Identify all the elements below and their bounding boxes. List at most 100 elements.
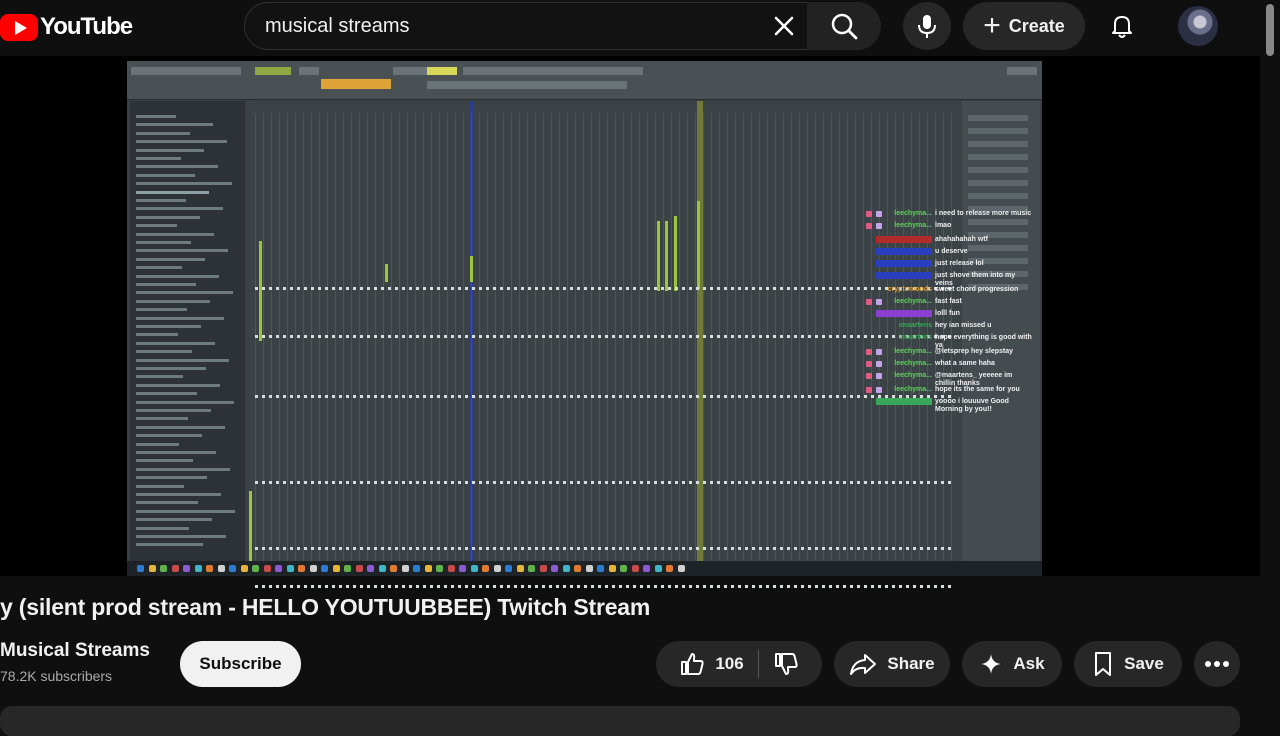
taskbar-app-icon bbox=[482, 565, 489, 572]
description-box[interactable] bbox=[0, 706, 1240, 736]
taskbar-app-icon bbox=[677, 565, 685, 572]
save-button[interactable]: Save bbox=[1074, 641, 1182, 687]
taskbar-app-icon bbox=[413, 565, 420, 572]
chat-text: fast fast bbox=[935, 298, 962, 305]
youtube-logo[interactable]: YouTube bbox=[0, 12, 133, 42]
taskbar-app-icon bbox=[240, 565, 248, 572]
browser-tree-row bbox=[136, 543, 203, 547]
logo-text: YouTube bbox=[40, 13, 133, 40]
chat-text: i need to release more music bbox=[935, 210, 1032, 217]
taskbar-app-icon bbox=[137, 565, 144, 572]
mixer-slot bbox=[968, 167, 1028, 173]
browser-tree-row bbox=[136, 291, 233, 295]
chat-text: hope its the same for you bbox=[935, 386, 1020, 393]
account-avatar[interactable] bbox=[1178, 6, 1218, 46]
search-button[interactable] bbox=[807, 2, 881, 50]
ask-button[interactable]: Ask bbox=[962, 641, 1062, 687]
browser-tree-row bbox=[136, 409, 211, 412]
notifications-button[interactable] bbox=[1100, 2, 1144, 50]
step-sequencer-row bbox=[255, 287, 955, 290]
chat-username: leechyma... bbox=[894, 210, 932, 217]
dislike-button[interactable] bbox=[769, 651, 799, 677]
taskbar-app-icon bbox=[217, 565, 225, 572]
taskbar-app-icon bbox=[367, 565, 374, 572]
chat-badge-icon bbox=[866, 223, 872, 229]
browser-tree-row bbox=[136, 367, 206, 370]
search-box[interactable]: musical streams bbox=[244, 2, 881, 50]
taskbar-app-icon bbox=[252, 565, 259, 572]
chat-text: ahahahahah wtf bbox=[935, 236, 988, 243]
chat-text: u deserve bbox=[935, 248, 968, 255]
taskbar-app-icon bbox=[344, 565, 351, 572]
save-label: Save bbox=[1124, 654, 1164, 673]
browser-tree-row bbox=[136, 501, 198, 505]
chat-text: lolll fun bbox=[935, 310, 960, 317]
browser-tree-row bbox=[136, 165, 218, 169]
taskbar-app-icon bbox=[539, 565, 547, 572]
daw-channel-rack bbox=[249, 101, 961, 588]
browser-tree-row bbox=[136, 283, 196, 286]
stream-chat-overlay: leechyma... i need to release more music l… bbox=[866, 208, 1032, 478]
chat-text: lmao bbox=[935, 222, 952, 229]
taskbar-app-icon bbox=[447, 565, 455, 572]
chat-badge-icon bbox=[876, 211, 882, 217]
step-sequencer-row bbox=[255, 585, 955, 588]
mixer-slot bbox=[968, 115, 1028, 121]
taskbar-app-icon bbox=[355, 565, 363, 572]
browser-tree-row bbox=[136, 131, 190, 135]
chat-username: leechyma... bbox=[894, 372, 932, 379]
browser-tree-row bbox=[136, 266, 182, 270]
taskbar-app-icon bbox=[401, 565, 409, 572]
chat-username bbox=[876, 248, 932, 255]
chat-username: imaartens bbox=[898, 334, 932, 341]
thumbs-up-icon bbox=[681, 653, 704, 675]
scrollbar-thumb[interactable] bbox=[1266, 4, 1274, 56]
more-actions-button[interactable] bbox=[1194, 641, 1240, 687]
taskbar-app-icon bbox=[562, 565, 570, 572]
mixer-slot bbox=[968, 128, 1028, 134]
search-input[interactable]: musical streams bbox=[265, 15, 409, 38]
taskbar-app-icon bbox=[505, 565, 512, 572]
chat-username: leechyma... bbox=[894, 222, 932, 229]
level-meter-bar bbox=[697, 201, 700, 289]
thumbs-down-icon bbox=[774, 653, 798, 675]
taskbar-app-icon bbox=[378, 565, 386, 572]
like-button[interactable]: 106 bbox=[679, 650, 759, 678]
level-meter-bar bbox=[259, 241, 262, 341]
chat-username: leechyma... bbox=[894, 348, 932, 355]
close-icon[interactable] bbox=[767, 9, 801, 43]
chat-badge-icon bbox=[876, 373, 882, 379]
taskbar-app-icon bbox=[516, 565, 524, 572]
plus-icon: + bbox=[983, 9, 1001, 42]
chat-text: what a same haha bbox=[935, 360, 995, 367]
level-meter-bar bbox=[657, 221, 660, 291]
browser-tree-row bbox=[136, 123, 213, 127]
taskbar-app-icon bbox=[620, 565, 627, 572]
chat-badge-icon bbox=[876, 387, 882, 393]
chat-text: just release lol bbox=[935, 260, 984, 267]
browser-tree-row bbox=[136, 333, 178, 337]
subscribe-button[interactable]: Subscribe bbox=[180, 641, 301, 687]
browser-tree-row bbox=[136, 207, 223, 211]
taskbar-app-icon bbox=[666, 565, 673, 572]
channel-name[interactable]: Musical Streams bbox=[0, 640, 150, 662]
page-scrollbar[interactable] bbox=[1264, 0, 1276, 60]
browser-tree-row bbox=[136, 308, 187, 312]
windows-taskbar bbox=[127, 561, 1042, 576]
chat-text: sweet chord progression bbox=[935, 286, 1019, 293]
create-button[interactable]: + Create bbox=[963, 2, 1085, 50]
voice-search-button[interactable] bbox=[903, 2, 951, 50]
taskbar-app-icon bbox=[298, 565, 305, 572]
browser-tree-row bbox=[136, 299, 210, 303]
taskbar-app-icon bbox=[148, 565, 156, 572]
taskbar-app-icon bbox=[493, 565, 501, 572]
taskbar-app-icon bbox=[585, 565, 593, 572]
subscriber-count: 78.2K subscribers bbox=[0, 668, 113, 684]
chat-username: leechyma... bbox=[894, 298, 932, 305]
browser-tree-row bbox=[136, 241, 191, 244]
step-sequencer-row bbox=[255, 481, 955, 484]
chat-text: @letsprep hey slepstay bbox=[935, 348, 1014, 355]
browser-tree-row bbox=[136, 190, 209, 194]
browser-tree-row bbox=[136, 199, 186, 202]
share-button[interactable]: Share bbox=[834, 641, 950, 687]
